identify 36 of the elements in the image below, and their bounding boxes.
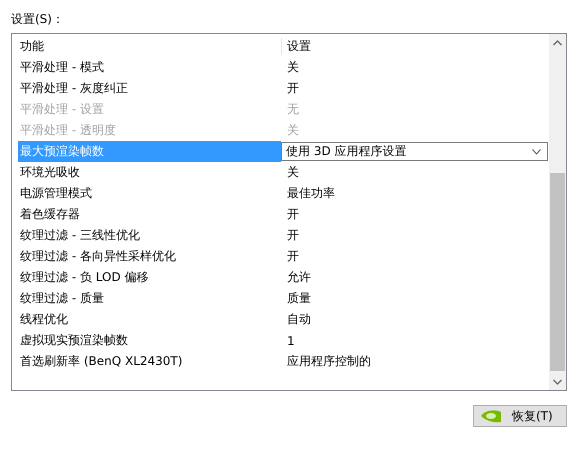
restore-button[interactable]: 恢复(T) xyxy=(473,405,567,427)
setting-cell-text: 无 xyxy=(286,101,300,118)
setting-cell-text: 开 xyxy=(286,80,300,97)
scroll-down-icon[interactable] xyxy=(553,378,562,384)
setting-cell-text: 最佳功率 xyxy=(286,185,336,202)
feature-cell[interactable]: 平滑处理 - 模式 xyxy=(18,57,281,78)
column-header[interactable]: 功能 xyxy=(18,38,281,54)
feature-cell[interactable]: 电源管理模式 xyxy=(18,183,281,204)
setting-cell-text: 关 xyxy=(286,164,300,181)
feature-cell[interactable]: 纹理过滤 - 三线性优化 xyxy=(18,225,281,246)
scrollbar-thumb[interactable] xyxy=(550,173,565,371)
setting-cell-text: 自动 xyxy=(286,311,312,328)
feature-cell[interactable]: 纹理过滤 - 负 LOD 偏移 xyxy=(18,267,281,288)
scroll-up-icon[interactable] xyxy=(553,40,562,46)
setting-cell-text: 开 xyxy=(286,206,300,223)
scrollbar[interactable] xyxy=(549,34,566,390)
eye-logo-icon xyxy=(480,409,502,423)
feature-cell[interactable]: 首选刷新率 (BenQ XL2430T) xyxy=(18,351,281,372)
setting-cell-text: 关 xyxy=(286,122,300,139)
setting-cell-text: 应用程序控制的 xyxy=(286,353,372,370)
setting-dropdown[interactable]: 使用 3D 应用程序设置 xyxy=(281,142,548,161)
setting-cell-text: 1 xyxy=(286,334,296,348)
setting-cell-text: 开 xyxy=(286,227,300,244)
setting-cell-text: 质量 xyxy=(286,290,312,307)
feature-cell[interactable]: 纹理过滤 - 各向异性采样优化 xyxy=(18,246,281,267)
feature-cell[interactable]: 环境光吸收 xyxy=(18,162,281,183)
feature-cell[interactable]: 虚拟现实预渲染帧数 xyxy=(18,330,281,351)
chevron-down-icon xyxy=(532,148,541,154)
feature-cell[interactable]: 纹理过滤 - 质量 xyxy=(18,288,281,309)
setting-cell-text: 关 xyxy=(286,59,300,76)
feature-cell[interactable]: 着色缓存器 xyxy=(18,204,281,225)
feature-cell[interactable]: 平滑处理 - 灰度纠正 xyxy=(18,78,281,99)
settings-label: 设置(S)： xyxy=(11,11,65,28)
feature-cell[interactable]: 线程优化 xyxy=(18,309,281,330)
setting-cell-text: 允许 xyxy=(286,269,312,286)
setting-cell-text: 开 xyxy=(286,248,300,265)
